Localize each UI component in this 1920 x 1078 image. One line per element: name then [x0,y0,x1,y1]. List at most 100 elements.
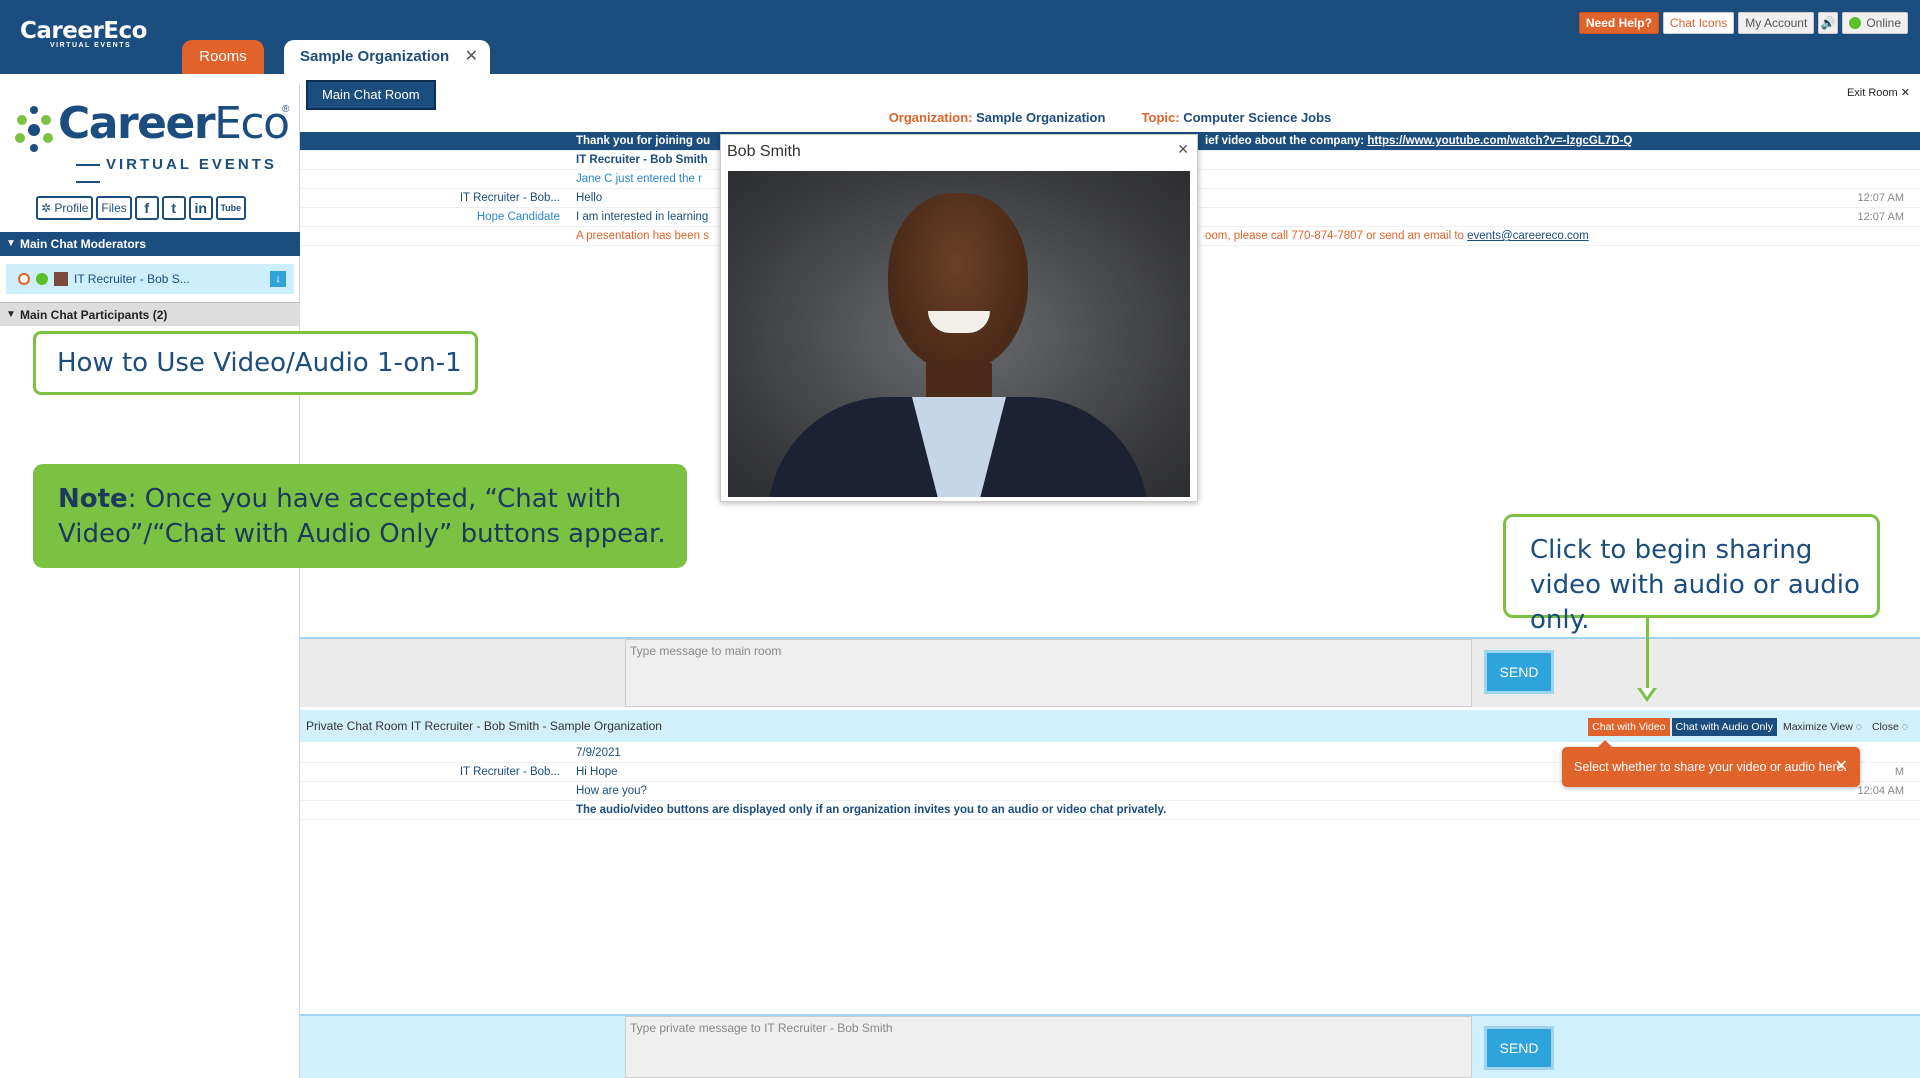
private-input-area: Type private message to IT Recruiter - B… [300,1014,1920,1078]
private-chat-header: Private Chat Room IT Recruiter - Bob Smi… [300,710,1920,742]
annotation-arrow-line [1646,618,1649,692]
online-status-button[interactable]: Online [1842,12,1908,34]
youtube-icon[interactable]: Tube [215,196,246,220]
org-label: Organization: [888,110,973,125]
message-text-continued: oom, please call 770-874-7807 or send an… [1205,227,1589,246]
topic-value: Computer Science Jobs [1183,110,1332,125]
social-links: ✲ Profile Files f t in Tube [36,196,246,220]
chat-with-video-button[interactable]: Chat with Video [1588,718,1670,736]
sidebar-logo-brand: CareerEco [58,98,290,149]
maximize-view-label: Maximize View [1782,721,1853,733]
moderators-header[interactable]: ▼ Main Chat Moderators [0,232,300,256]
maximize-view-button[interactable]: Maximize View ◌ [1779,718,1866,736]
chat-icons-button[interactable]: Chat Icons [1662,12,1735,34]
close-private-button[interactable]: Close ◌ [1868,718,1912,736]
sidebar-logo-sub: VIRTUAL EVENTS [70,156,292,190]
message-sender[interactable]: IT Recruiter - Bob... [460,763,560,782]
tooltip-text: Select whether to share your video or au… [1574,760,1848,774]
maximize-icon: ◌ [1855,721,1862,733]
moderator-name: IT Recruiter - Bob S... [74,272,190,286]
participants-header-label: Main Chat Participants (2) [20,308,168,322]
exit-room-label: Exit Room [1846,87,1898,99]
tab-main-chat-room[interactable]: Main Chat Room [306,80,436,110]
my-account-button[interactable]: My Account [1738,12,1815,34]
message-text-2: ief video about the company: [1205,135,1368,147]
message-text-2: oom, please call 770-874-7807 or send an… [1205,230,1468,242]
annotation-title: How to Use Video/Audio 1-on-1 [33,331,478,395]
message-time: 12:07 AM [1857,211,1904,223]
profile-button[interactable]: ✲ Profile [36,196,94,220]
message-text-continued: ief video about the company: https://www… [1205,132,1632,151]
message-sender[interactable]: IT Recruiter - Bob... [460,189,560,208]
message-text: I am interested in learning [576,211,709,223]
share-tooltip: Select whether to share your video or au… [1562,740,1860,787]
registered-mark: ® [282,104,290,115]
avatar [54,272,68,286]
close-icon[interactable]: ✕ [1835,747,1848,787]
email-link[interactable]: events@careereco.com [1467,230,1589,242]
topic-label: Topic: [1141,110,1180,125]
participants-header[interactable]: ▼ Main Chat Participants (2) [0,302,300,326]
message-time: M [1894,766,1904,778]
linkedin-icon[interactable]: in [188,196,213,220]
header-logo[interactable]: CareerEco VIRTUAL EVENTS [20,18,147,49]
close-private-label: Close [1871,721,1899,733]
message-text: Jane C just entered the r [576,173,702,185]
message-text: Thank you for joining ou [576,135,711,147]
clock-icon [18,273,30,285]
note-text: : Once you have accepted, “Chat with Vid… [58,484,666,549]
header-logo-brand: CareerEco [20,18,147,44]
room-info: Organization: Sample Organization Topic:… [300,110,1920,125]
message-text: A presentation has been s [576,230,709,242]
sidebar-logo-brand-a: Career [58,98,216,149]
facebook-icon[interactable]: f [134,196,159,220]
sidebar-logo-brand-b: Eco [214,98,290,149]
private-chat-title: Private Chat Room IT Recruiter - Bob Smi… [306,719,662,733]
message-text: IT Recruiter - Bob Smith [576,154,708,166]
annotation-note: Note: Once you have accepted, “Chat with… [33,464,687,568]
video-feed [728,171,1190,497]
close-icon: ◌ [1901,721,1908,733]
collapse-icon: ▼ [6,309,16,320]
youtube-link[interactable]: https://www.youtube.com/watch?v=-lzgcGL7… [1367,135,1632,147]
video-popup-title: Bob Smith [727,143,801,160]
tab-sample-organization[interactable]: Sample Organization ✕ [284,40,490,74]
files-button[interactable]: Files [96,196,132,220]
online-status-icon [1849,17,1862,29]
top-bar: CareerEco VIRTUAL EVENTS Rooms Sample Or… [0,0,1920,74]
message-text: The audio/video buttons are displayed on… [576,804,1167,816]
private-chat-buttons: Chat with Video Chat with Audio Only Max… [1588,718,1912,736]
twitter-icon[interactable]: t [161,196,186,220]
message-time: 12:04 AM [1857,785,1904,797]
online-status-label: Online [1866,16,1901,30]
top-buttons: Need Help? Chat Icons My Account 🔊 Onlin… [1578,12,1908,34]
moderators-header-label: Main Chat Moderators [20,237,147,251]
close-icon: ✕ [1900,87,1910,99]
sidebar-logo: CareerEco ® VIRTUAL EVENTS [12,98,292,178]
online-icon [36,273,48,285]
close-icon[interactable]: ✕ [1177,141,1189,158]
speaker-icon[interactable]: 🔊 [1818,12,1839,34]
logo-flower-icon [15,106,53,152]
close-tab-icon[interactable]: ✕ [465,40,478,74]
note-bold: Note [58,484,128,514]
download-icon[interactable]: ↓ [270,271,286,287]
message-text: 7/9/2021 [576,747,621,759]
profile-icon: ✲ [41,201,55,215]
annotation-callout: Click to begin sharing video with audio … [1503,514,1880,635]
tab-rooms[interactable]: Rooms [182,40,264,74]
exit-room-button[interactable]: Exit Room ✕ [1847,86,1910,99]
message-time: 12:07 AM [1857,192,1904,204]
message-sender[interactable]: Hope Candidate [477,208,560,227]
need-help-button[interactable]: Need Help? [1578,12,1659,34]
private-message: The audio/video buttons are displayed on… [300,801,1920,820]
send-button[interactable]: SEND [1484,650,1554,694]
private-message-input[interactable]: Type private message to IT Recruiter - B… [625,1016,1472,1078]
video-popup[interactable]: Bob Smith ✕ [720,134,1198,502]
main-message-input[interactable]: Type message to main room [625,639,1472,707]
chat-with-audio-button[interactable]: Chat with Audio Only [1671,718,1777,736]
moderator-item[interactable]: IT Recruiter - Bob S... ↓ [6,264,294,294]
collapse-icon: ▼ [6,238,16,249]
private-send-button[interactable]: SEND [1484,1026,1554,1070]
tab-org-label: Sample Organization [300,48,450,65]
